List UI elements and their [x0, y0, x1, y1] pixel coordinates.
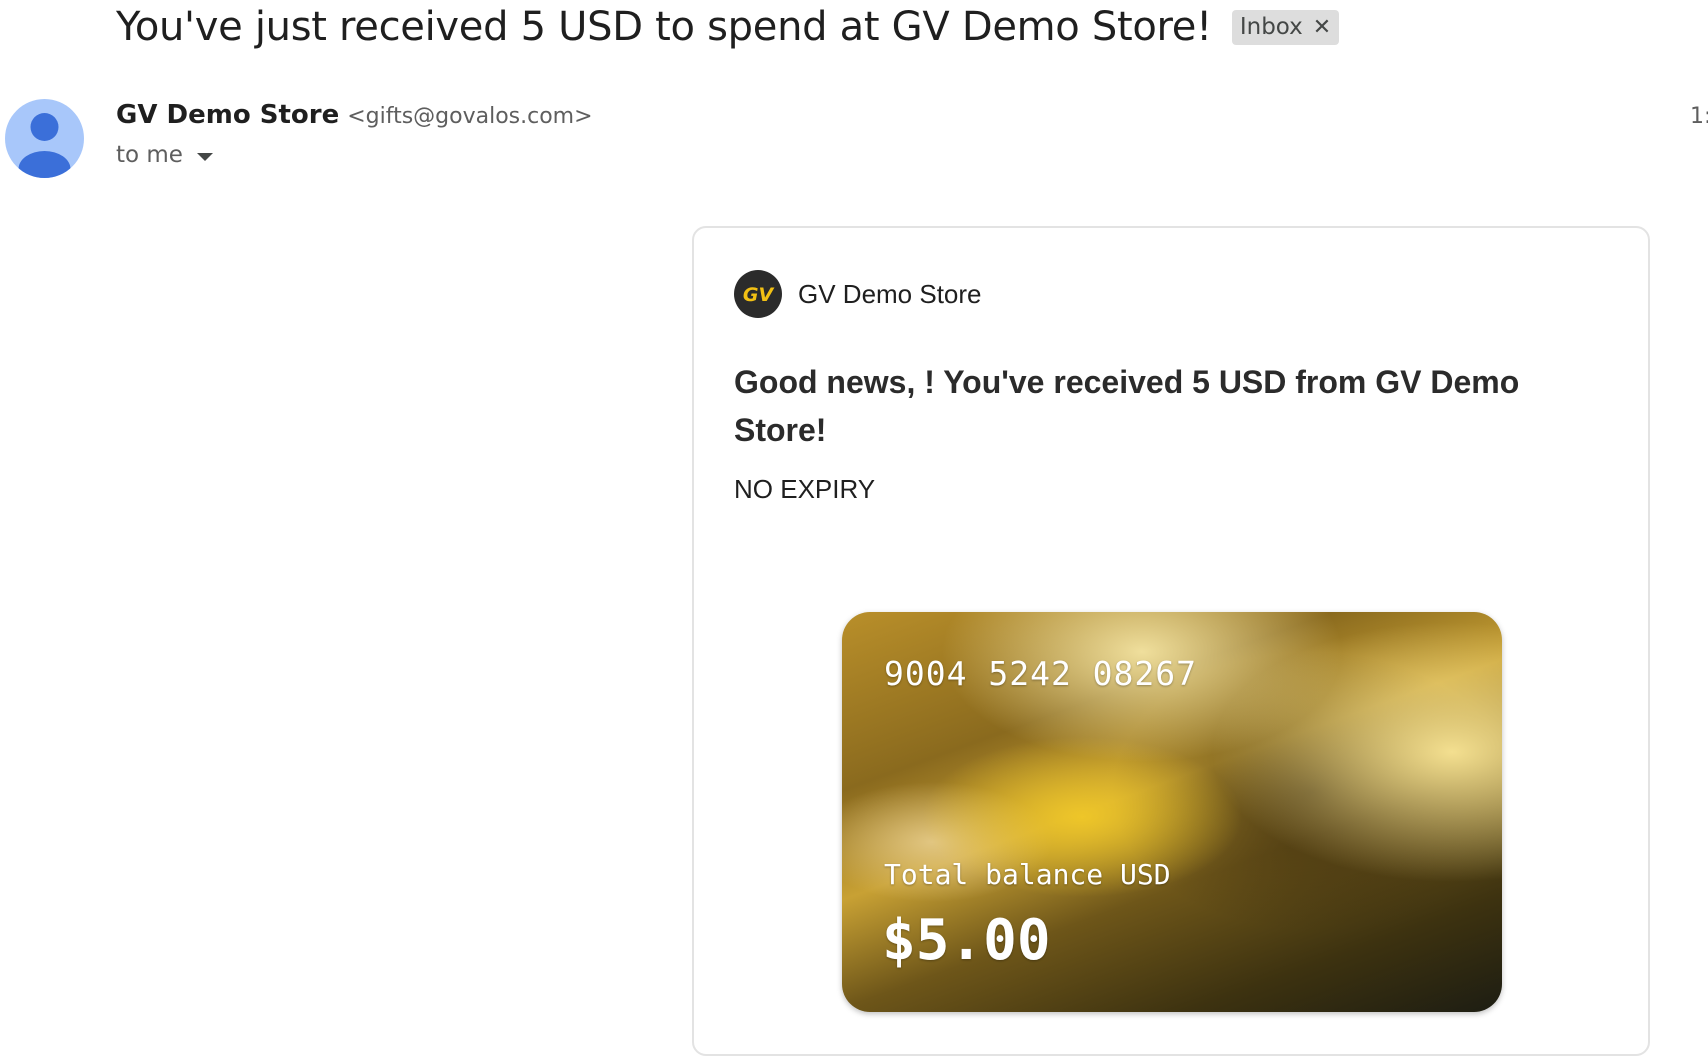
gift-card: 9004 5242 08267 Total balance USD $5.00: [842, 612, 1502, 1012]
logo-lettering: GV: [743, 284, 775, 305]
email-subject: You've just received 5 USD to spend at G…: [116, 4, 1212, 50]
sender-avatar[interactable]: [5, 99, 84, 178]
close-icon[interactable]: ✕: [1313, 15, 1331, 40]
card-number: 9004 5242 08267: [884, 654, 1198, 693]
inbox-label-chip[interactable]: Inbox ✕: [1231, 9, 1340, 45]
recipient-details-toggle[interactable]: to me: [116, 142, 213, 168]
expiry-text: NO EXPIRY: [734, 474, 876, 504]
balance-label: Total balance USD: [884, 858, 1171, 891]
sender-email: <gifts@govalos.com>: [347, 104, 593, 129]
sender-row: GV Demo Store <gifts@govalos.com>: [116, 100, 593, 130]
subject-row: You've just received 5 USD to spend at G…: [116, 4, 1340, 50]
balance-amount: $5.00: [882, 908, 1051, 973]
person-icon: [18, 113, 71, 178]
caret-down-icon[interactable]: [196, 152, 213, 161]
gv-logo-icon: GV: [743, 284, 775, 305]
email-timestamp: 1:: [1690, 104, 1708, 129]
store-name: GV Demo Store: [798, 278, 982, 309]
sender-name[interactable]: GV Demo Store: [116, 100, 339, 130]
store-header: GV GV Demo Store: [734, 270, 982, 318]
recipient-label: to me: [116, 142, 183, 168]
email-body-card: GV GV Demo Store Good news, ! You've rec…: [692, 226, 1650, 1056]
inbox-label-text: Inbox: [1239, 14, 1303, 40]
gift-headline: Good news, ! You've received 5 USD from …: [734, 364, 1520, 448]
store-logo: GV: [734, 270, 782, 318]
